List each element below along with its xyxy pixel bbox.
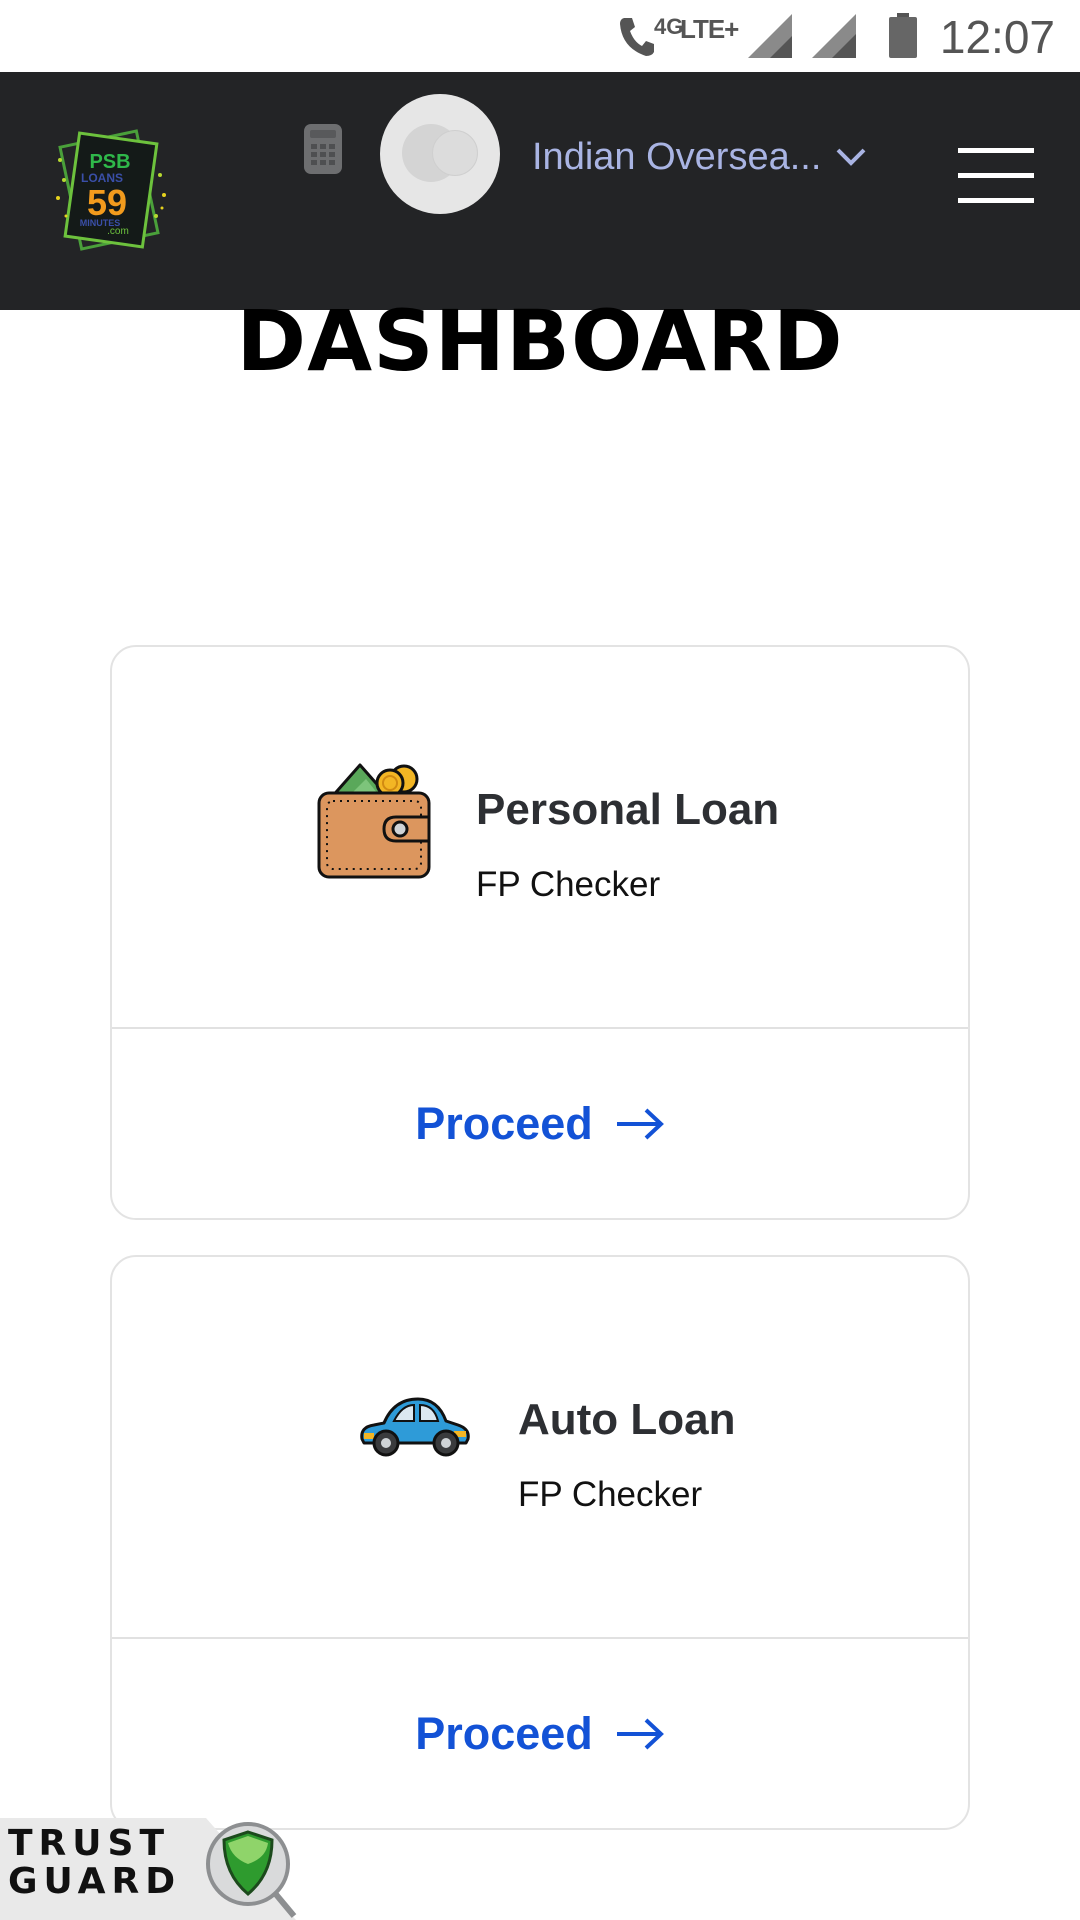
loan-subtitle: FP Checker: [476, 865, 661, 904]
proceed-label: Proceed: [415, 1707, 593, 1759]
svg-text:.com: .com: [107, 226, 129, 237]
page-title: DASHBOARD: [236, 292, 844, 390]
calculator-icon[interactable]: [300, 122, 346, 176]
network-type: LTE+: [680, 14, 739, 44]
call-icon: [620, 18, 654, 56]
proceed-button[interactable]: Proceed: [112, 1027, 968, 1220]
chevron-down-icon: [836, 148, 866, 166]
network-badge: 4G: [654, 14, 684, 39]
loan-title: Personal Loan: [476, 785, 780, 834]
car-icon: [360, 1397, 470, 1457]
avatar-icon[interactable]: [380, 94, 500, 214]
shield-icon: [206, 1822, 297, 1918]
proceed-button[interactable]: Proceed: [112, 1637, 968, 1830]
svg-text:59: 59: [87, 182, 127, 223]
loan-title: Auto Loan: [518, 1395, 736, 1444]
psb-loans-59-minutes-logo[interactable]: PSB LOANS 59 MINUTES .com: [52, 120, 172, 260]
trust-guard-badge[interactable]: TRUST GUARD: [0, 1812, 300, 1920]
bank-selector-value: Indian Oversea...: [532, 135, 822, 178]
loan-subtitle: FP Checker: [518, 1475, 703, 1514]
clock: 12:07: [939, 11, 1055, 63]
trust-guard-line2: GUARD: [8, 1861, 182, 1902]
signal-icon: [812, 14, 856, 58]
loan-card-auto: Auto Loan FP Checker Proceed: [110, 1255, 970, 1830]
status-bar: 4G LTE+ 12:07: [0, 0, 1080, 72]
trust-guard-line1: TRUST: [8, 1823, 170, 1864]
proceed-label: Proceed: [415, 1097, 593, 1149]
signal-icon: [748, 14, 792, 58]
bank-selector-dropdown[interactable]: Indian Oversea...: [532, 132, 867, 182]
arrow-right-icon: [616, 1108, 664, 1139]
top-navbar: PSB LOANS 59 MINUTES .com Indian Oversea…: [0, 72, 1080, 310]
svg-text:PSB: PSB: [89, 151, 130, 173]
battery-icon: [889, 13, 917, 58]
arrow-right-icon: [616, 1718, 664, 1749]
hamburger-menu-icon[interactable]: [958, 148, 1034, 204]
loan-card-body: Personal Loan FP Checker: [112, 647, 968, 1029]
wallet-icon: [317, 763, 431, 879]
loan-card-body: Auto Loan FP Checker: [112, 1257, 968, 1639]
loan-card-personal: Personal Loan FP Checker Proceed: [110, 645, 970, 1220]
